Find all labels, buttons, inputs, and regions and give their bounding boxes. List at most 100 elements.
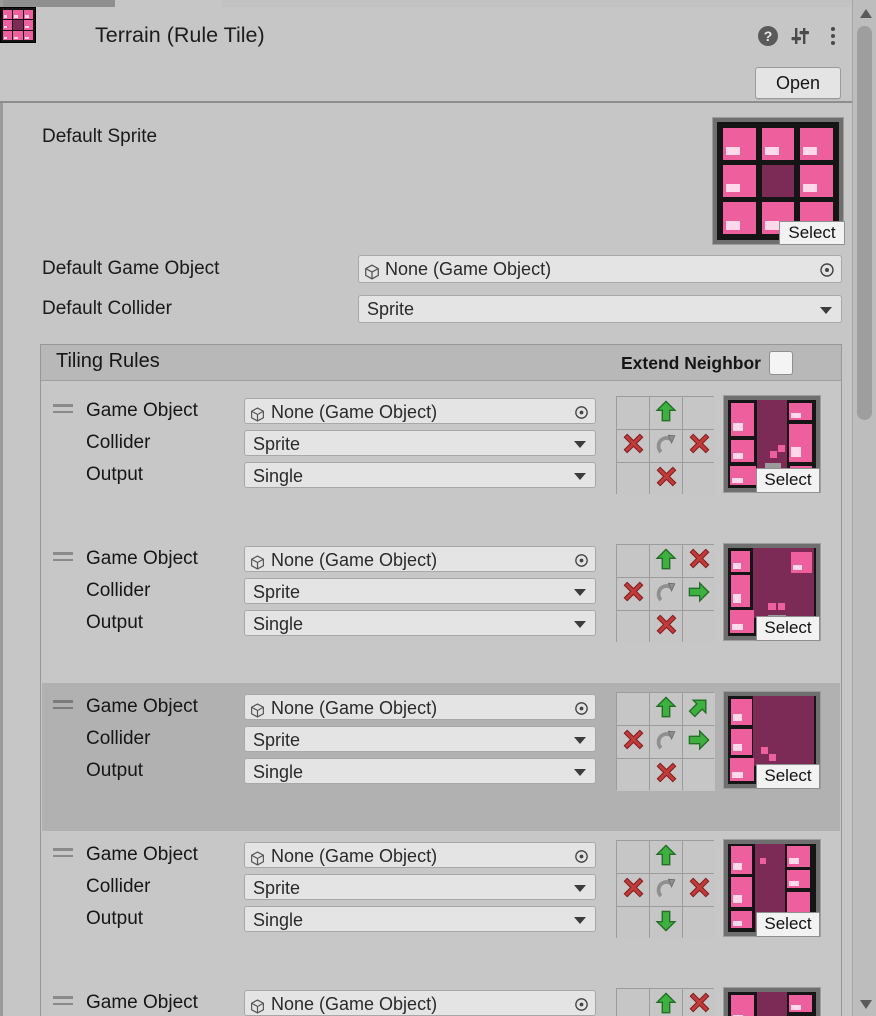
neighbor-cell[interactable] [650,989,682,1016]
neighbor-cell[interactable] [617,874,649,906]
sprite-highlight [4,15,8,17]
rule-game-object-field[interactable]: None (Game Object) [244,546,596,572]
inspector-tab-top[interactable] [115,0,222,7]
neighbor-cell[interactable] [617,397,649,429]
extend-neighbor-checkbox[interactable] [769,351,793,375]
x-icon [689,992,710,1016]
neighbor-cell[interactable] [650,841,682,873]
drag-handle-icon[interactable] [53,700,73,710]
x-icon [656,762,677,788]
rule-collider-dropdown[interactable]: Sprite [244,874,596,900]
object-picker-icon[interactable] [573,698,590,720]
tiling-rule-row[interactable]: Game Object Collider Output None (Game O… [42,831,840,979]
open-button[interactable]: Open [755,67,841,99]
neighbor-cell[interactable] [683,545,715,577]
rule-game-object-field[interactable]: None (Game Object) [244,842,596,868]
rule-sprite-select-button[interactable]: Select [756,616,820,641]
neighbor-cell[interactable] [617,463,649,495]
neighbor-cell[interactable] [683,759,715,791]
sprite-highlight [733,744,742,751]
sprite-block [761,747,768,754]
neighbor-cell[interactable] [617,726,649,758]
rule-output-dropdown[interactable]: Single [244,462,596,488]
rule-collider-dropdown[interactable]: Sprite [244,726,596,752]
rule-game-object-field[interactable]: None (Game Object) [244,398,596,424]
rule-sprite-select-button[interactable]: Select [756,468,820,493]
tiling-rule-row[interactable]: Game Object Collider Output None (Game O… [42,535,840,683]
tiling-rules-title: Tiling Rules [56,350,160,373]
neighbor-cell[interactable] [650,397,682,429]
neighbor-cell[interactable] [683,874,715,906]
neighbor-cell[interactable] [683,611,715,643]
neighbor-cell[interactable] [683,397,715,429]
neighbor-cell[interactable] [650,611,682,643]
sprite-highlight [732,624,742,630]
rule-output-label: Output [86,760,143,782]
scrollbar-thumb[interactable] [857,26,872,420]
default-sprite-select-button[interactable]: Select [779,221,845,245]
default-collider-dropdown[interactable]: Sprite [358,295,842,323]
neighbor-cell[interactable] [617,693,649,725]
object-picker-icon[interactable] [573,846,590,868]
neighbor-cell[interactable] [650,693,682,725]
rule-game-object-field[interactable]: None (Game Object) [244,990,596,1016]
rule-game-object-field[interactable]: None (Game Object) [244,694,596,720]
rule-sprite-select-button[interactable]: Select [756,912,820,937]
neighbor-cell[interactable] [617,989,649,1016]
drag-handle-icon[interactable] [53,996,73,1006]
tiling-rule-row[interactable]: Game Object Collider Output None (Game O… [42,979,840,1016]
tiling-rule-row[interactable]: Game Object Collider Output None (Game O… [42,387,840,535]
tiling-rule-row[interactable]: Game Object Collider Output None (Game O… [42,683,840,831]
neighbor-cell[interactable] [683,693,715,725]
rule-collider-dropdown[interactable]: Sprite [244,430,596,456]
default-sprite-preview[interactable]: Select [713,118,843,244]
neighbor-cell[interactable] [683,726,715,758]
scroll-up-icon[interactable] [860,9,872,18]
presets-icon[interactable] [789,25,811,47]
neighbor-cell[interactable] [617,841,649,873]
neighbor-cell[interactable] [617,578,649,610]
rule-output-dropdown[interactable]: Single [244,610,596,636]
sprite-block [731,995,754,1016]
neighbor-cell[interactable] [683,907,715,939]
neighbor-cell[interactable] [683,841,715,873]
neighbor-cell[interactable] [650,907,682,939]
neighbor-cell[interactable] [617,907,649,939]
neighbor-cell[interactable] [617,430,649,462]
neighbor-cell[interactable] [683,463,715,495]
sprite-block [757,400,787,470]
object-picker-icon[interactable] [573,994,590,1016]
neighbor-cell [650,430,682,462]
object-picker-icon[interactable] [573,402,590,424]
neighbor-cell[interactable] [650,463,682,495]
drag-handle-icon[interactable] [53,552,73,562]
neighbor-cell[interactable] [683,578,715,610]
rule-sprite-select-button[interactable]: Select [756,764,820,789]
help-icon[interactable]: ? [758,26,778,46]
rule-output-dropdown[interactable]: Single [244,758,596,784]
sprite-highlight [733,594,741,602]
kebab-menu-icon[interactable] [827,25,839,47]
chevron-down-icon [574,769,586,776]
default-game-object-field[interactable]: None (Game Object) [358,255,842,283]
neighbor-cell[interactable] [650,545,682,577]
vertical-scrollbar[interactable] [852,0,876,1016]
neighbor-cell[interactable] [650,759,682,791]
drag-handle-icon[interactable] [53,848,73,858]
rule-output-dropdown[interactable]: Single [244,906,596,932]
neighbor-cell[interactable] [683,430,715,462]
object-picker-icon[interactable] [818,260,836,283]
scroll-down-icon[interactable] [860,1000,872,1009]
object-picker-icon[interactable] [573,550,590,572]
sprite-highlight [733,863,742,870]
neighbor-cell[interactable] [683,989,715,1016]
rule-game-object-label: Game Object [86,400,198,422]
rule-collider-dropdown[interactable]: Sprite [244,578,596,604]
neighbor-cell[interactable] [617,611,649,643]
drag-handle-icon[interactable] [53,404,73,414]
sprite-highlight [791,447,801,457]
neighbor-cell[interactable] [617,545,649,577]
rule-sprite-preview[interactable] [724,988,820,1016]
neighbor-cell[interactable] [617,759,649,791]
game-object-cube-icon [250,551,265,572]
